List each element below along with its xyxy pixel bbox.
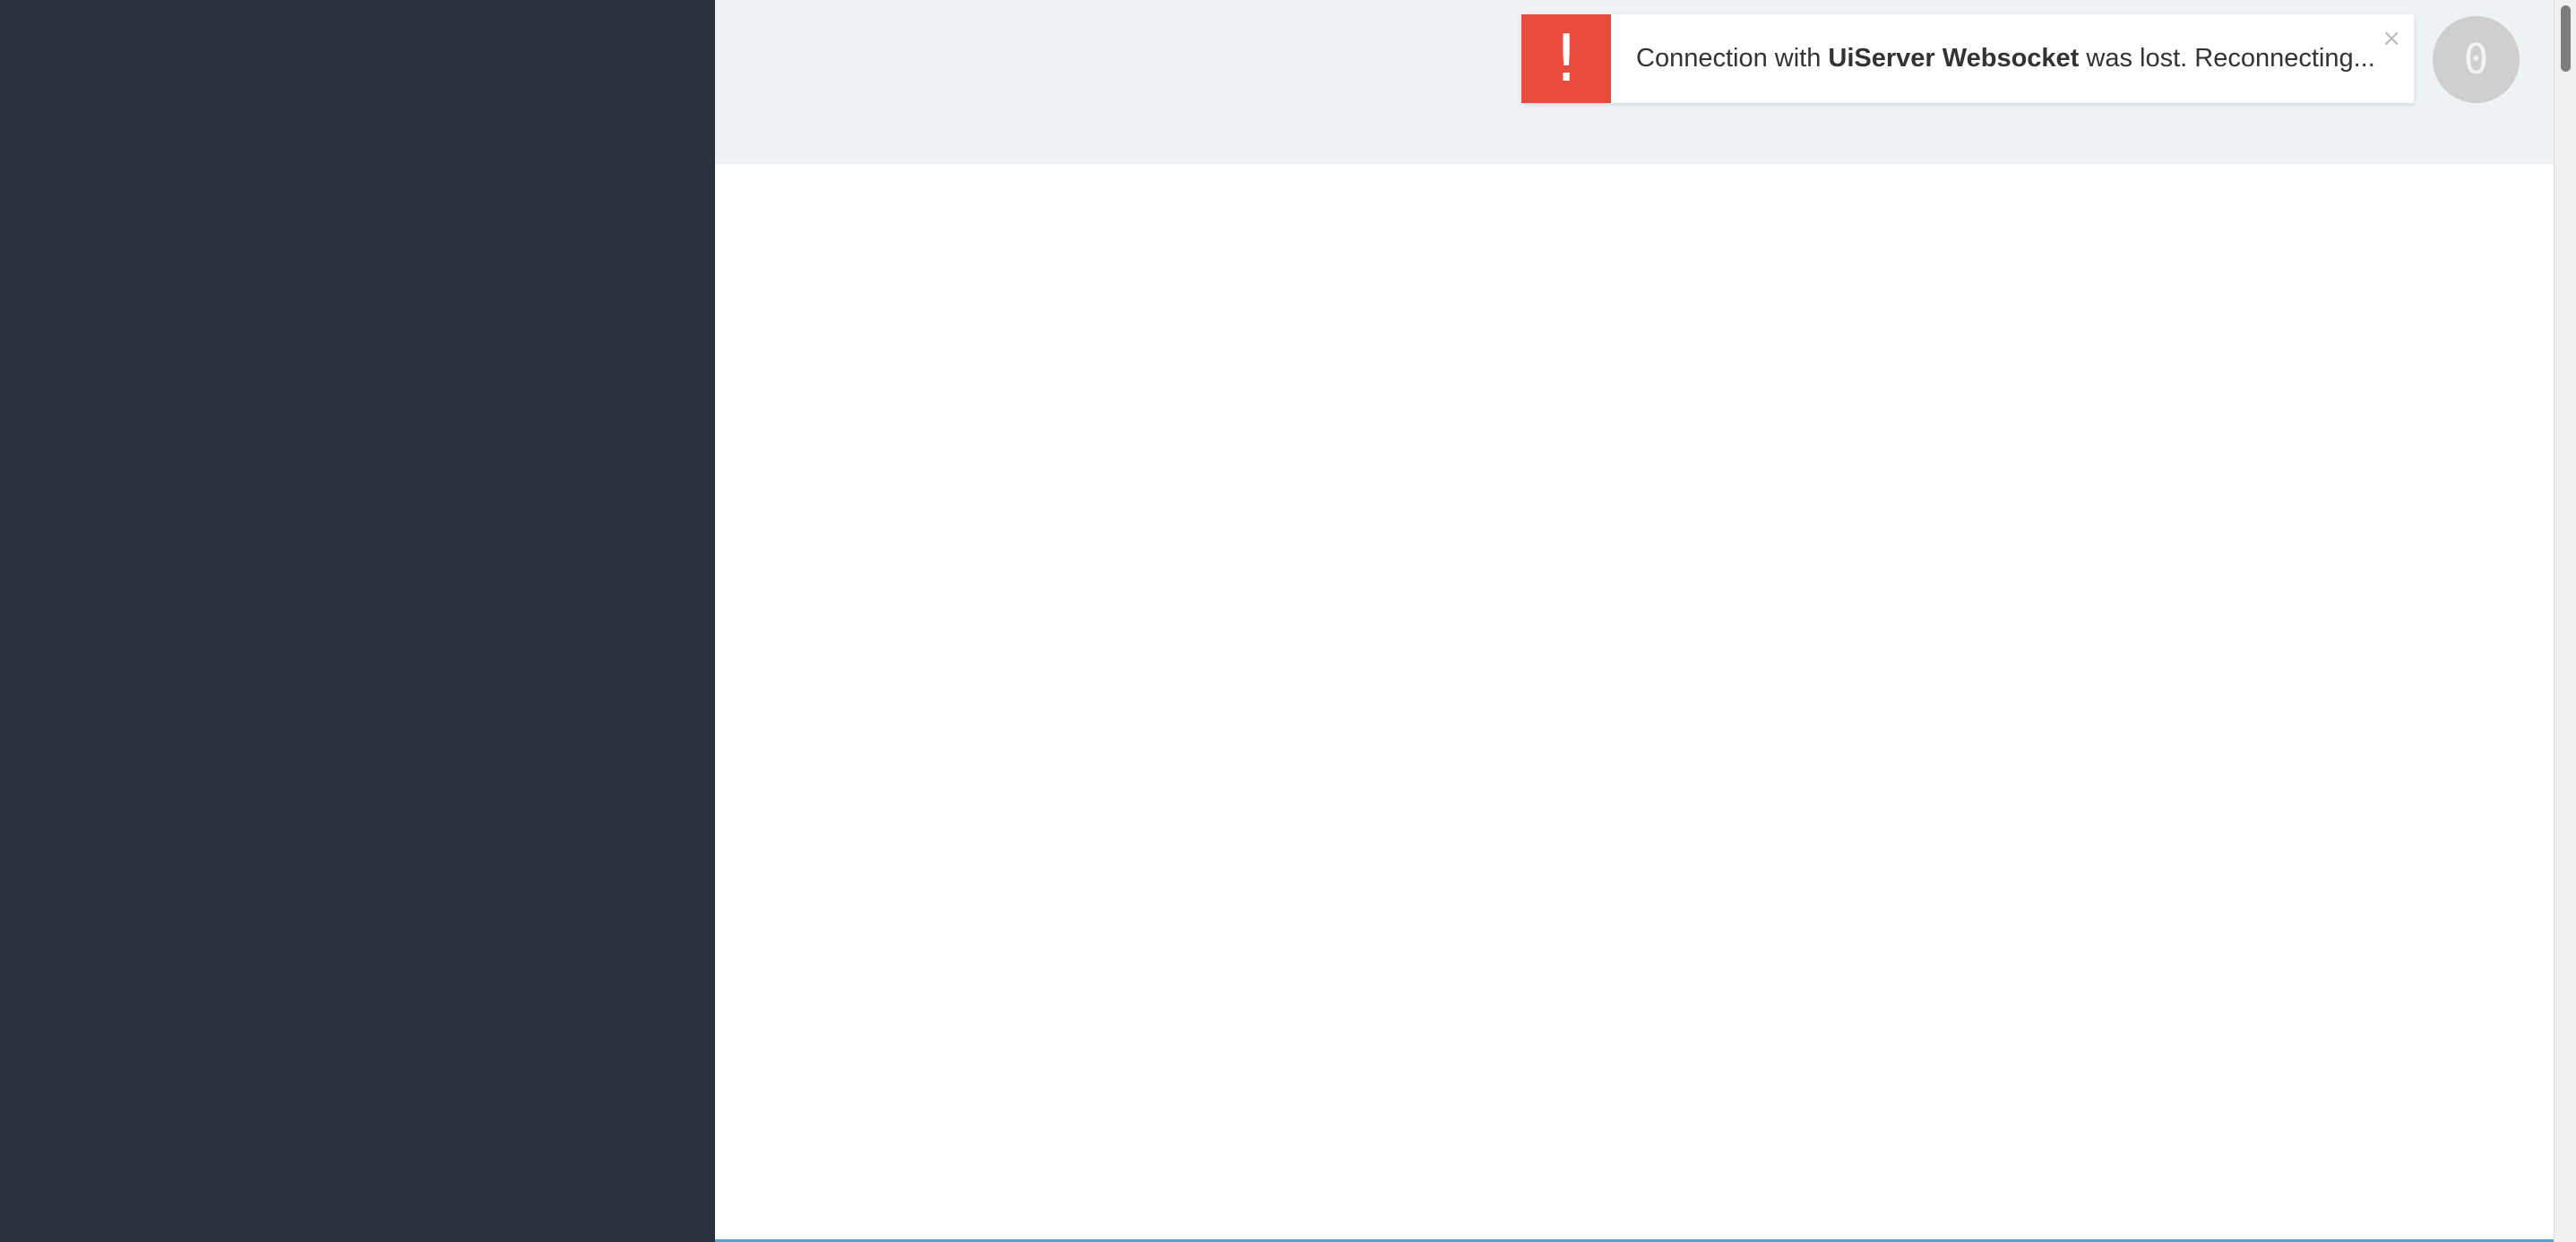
close-icon[interactable]: × — [2382, 27, 2401, 50]
connection-lost-notification: ! Connection with UiServer Websocket was… — [1521, 14, 2414, 103]
notification-count-badge[interactable]: 0 — [2433, 16, 2520, 103]
notification-message: Connection with UiServer Websocket was l… — [1611, 44, 2375, 73]
notification-text-bold: UiServer Websocket — [1828, 44, 2080, 73]
notification-text-before: Connection with — [1636, 44, 1822, 73]
exclamation-icon: ! — [1521, 14, 1611, 103]
notification-text-after: was lost. Reconnecting... — [2086, 44, 2375, 73]
content-area — [715, 164, 2554, 1242]
main-panel — [715, 0, 2554, 1242]
scrollbar-thumb[interactable] — [2561, 5, 2571, 72]
sidebar — [0, 0, 715, 1242]
app-window: ! Connection with UiServer Websocket was… — [0, 0, 2576, 1242]
scrollbar[interactable] — [2554, 0, 2576, 1242]
